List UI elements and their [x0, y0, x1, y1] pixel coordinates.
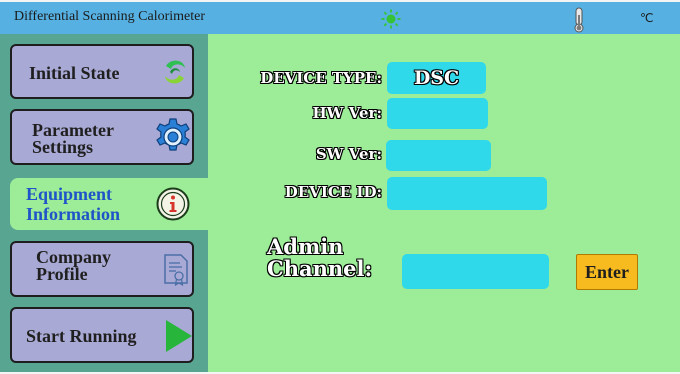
device-type-field: DSC: [387, 62, 486, 94]
info-icon: [156, 187, 190, 221]
sw-version-field: [386, 140, 491, 171]
device-id-field: [387, 177, 547, 210]
gear-icon: [156, 118, 190, 151]
sw-version-label: SW Ver:: [315, 145, 382, 163]
play-icon: [166, 320, 192, 352]
sidebar-item-initial-state[interactable]: Initial State: [10, 44, 194, 99]
sidebar-item-label: Equipment Information: [26, 184, 120, 224]
hw-version-field: [387, 98, 488, 129]
sidebar-item-label: Company Profile: [36, 247, 112, 284]
sun-icon: [381, 9, 401, 29]
app-screen: Differential Scanning Calorimeter ℃ Init…: [0, 0, 680, 374]
device-type-value: DSC: [413, 67, 460, 89]
title-bar: Differential Scanning Calorimeter ℃: [0, 2, 680, 34]
certificate-icon: [164, 254, 188, 287]
sidebar-item-label: Parameter Settings: [32, 120, 114, 157]
thermometer-icon: [574, 7, 584, 33]
hw-version-label: HW Ver:: [312, 104, 383, 122]
window-title: Differential Scanning Calorimeter: [14, 9, 206, 24]
sidebar-item-label: Initial State: [29, 63, 120, 83]
sidebar-item-start-running[interactable]: Start Running: [10, 307, 194, 363]
sidebar-item-equipment-information[interactable]: Equipment Information: [10, 178, 208, 230]
device-type-label: DEVICE TYPE:: [260, 69, 382, 87]
admin-channel-label: Admin Channel:: [267, 234, 373, 281]
sidebar-item-company-profile[interactable]: Company Profile: [10, 241, 194, 297]
sidebar-item-parameter-settings[interactable]: Parameter Settings: [10, 109, 194, 165]
enter-button[interactable]: Enter: [576, 254, 638, 290]
device-id-label: DEVICE ID:: [284, 183, 382, 201]
temperature-unit: ℃: [640, 11, 654, 25]
admin-channel-input[interactable]: [402, 254, 549, 289]
refresh-swirl-icon: [165, 60, 185, 84]
sidebar-item-label: Start Running: [26, 326, 137, 346]
